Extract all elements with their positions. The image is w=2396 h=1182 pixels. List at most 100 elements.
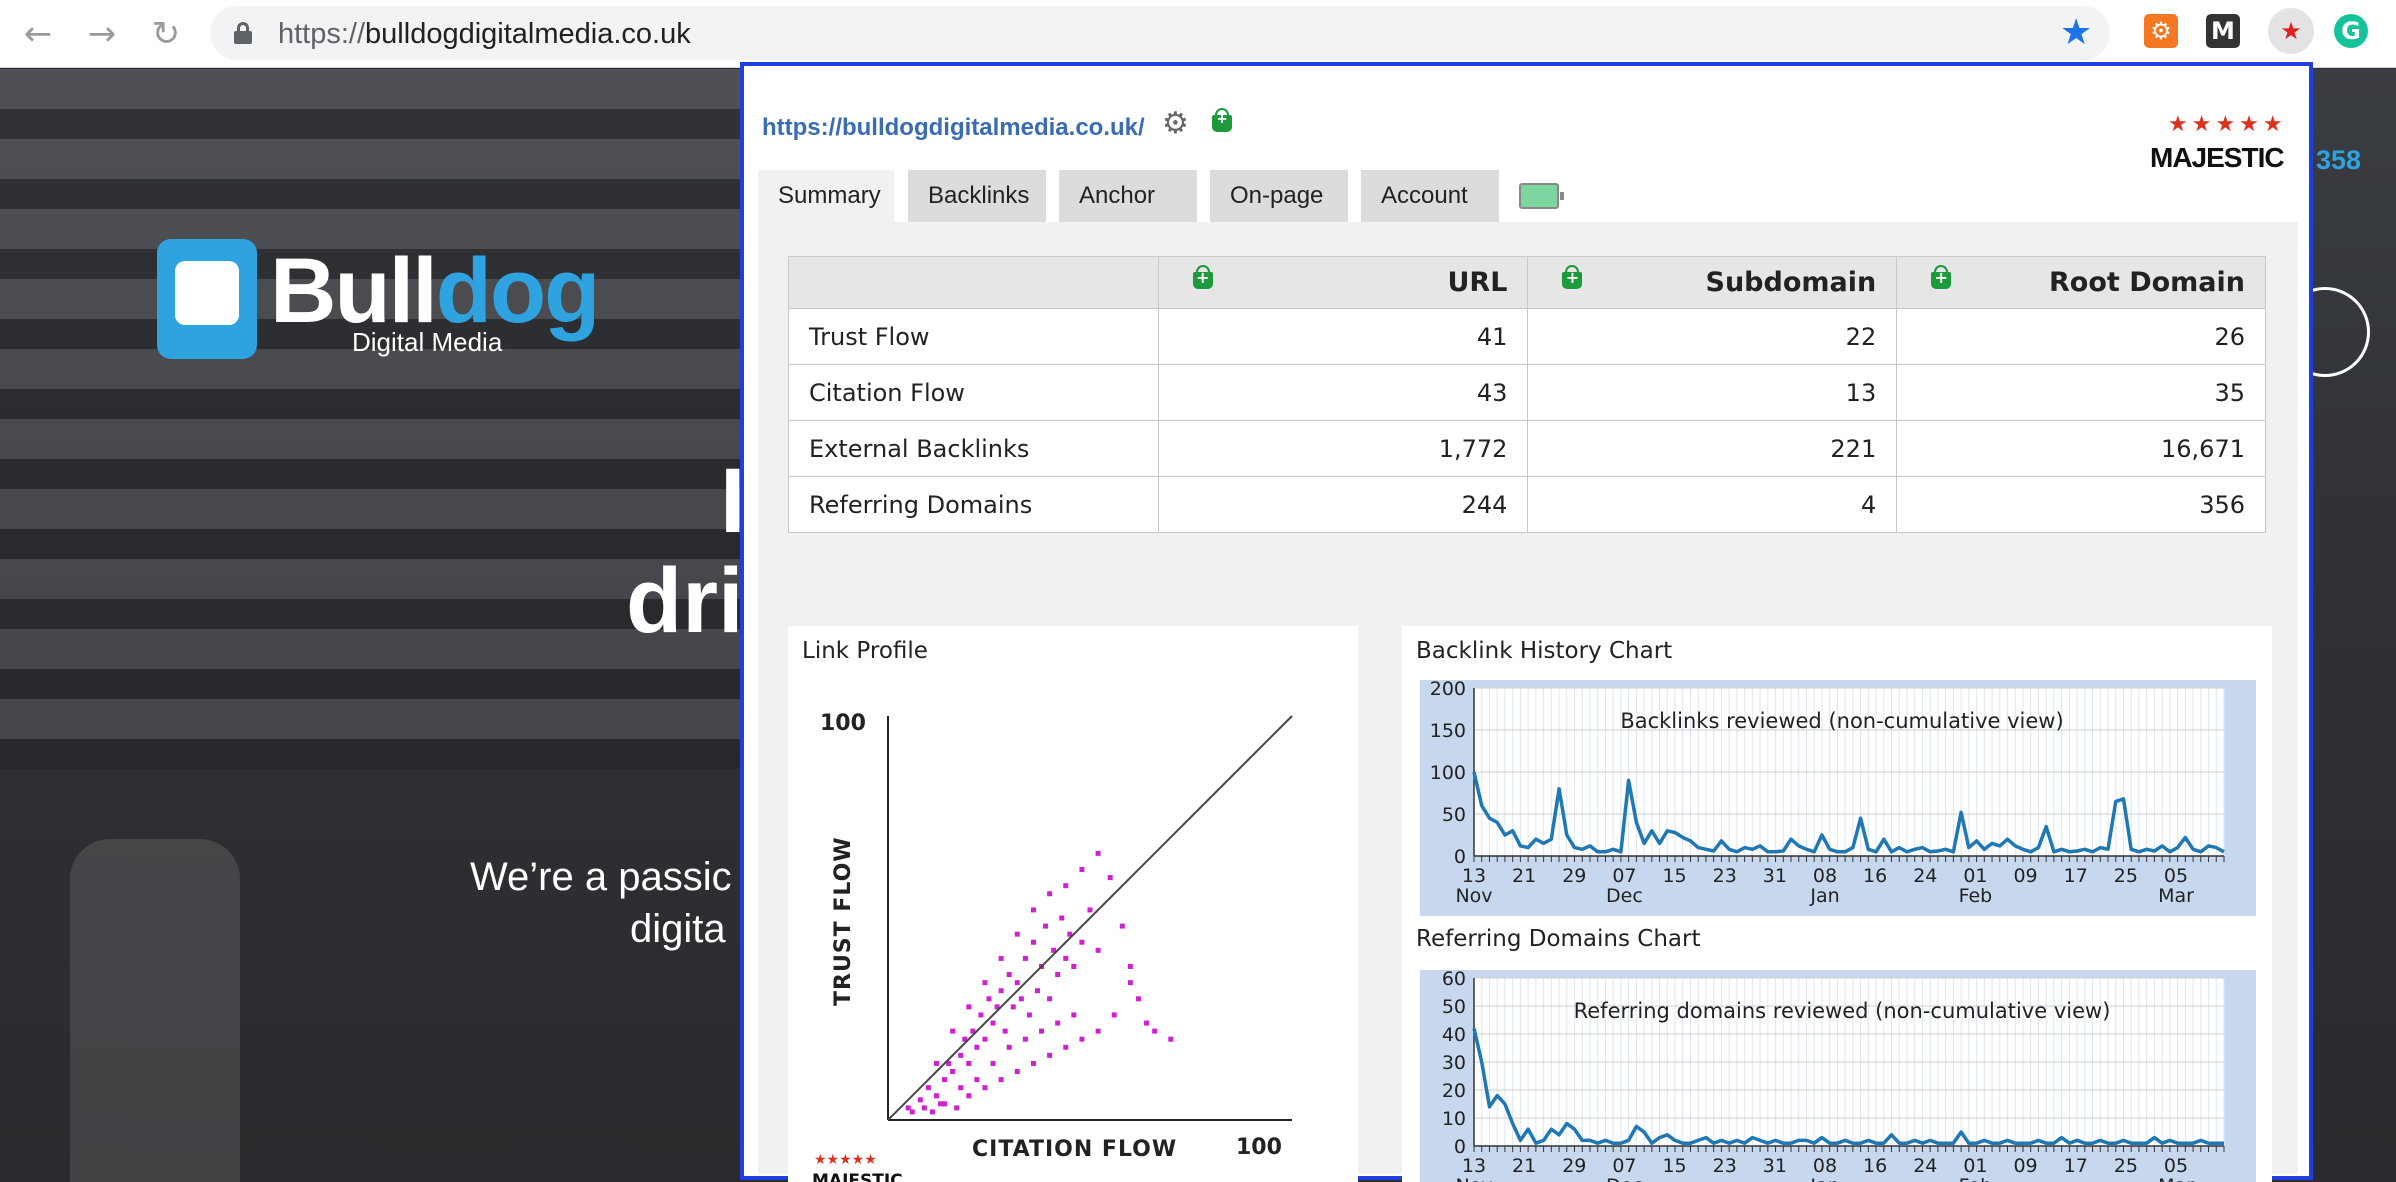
x-tick-label: 25 [2114, 865, 2138, 887]
scatter-point [1063, 1044, 1069, 1050]
chart-subtitle: Referring domains reviewed (non-cumulati… [1574, 999, 2111, 1023]
browser-toolbar: ← → ↻ https://bulldogdigitalmedia.co.uk … [0, 0, 2396, 68]
scatter-point [1152, 1028, 1158, 1034]
x-month-label: Nov [1455, 1175, 1492, 1182]
tab-account[interactable]: Account [1361, 170, 1564, 222]
table-cell: 41 [1157, 308, 1529, 365]
scatter-point [1079, 939, 1085, 945]
scatter-point [1055, 972, 1061, 978]
x-tick-label: 08 [1813, 1155, 1837, 1177]
lock-icon [234, 22, 252, 44]
scatter-point [1002, 1028, 1008, 1034]
grammarly-extension-icon[interactable]: G [2334, 14, 2368, 48]
url-bucket-icon[interactable] [1192, 265, 1213, 289]
x-tick-label: 05 [2164, 1155, 2188, 1177]
y-tick-label: 40 [1442, 1024, 1466, 1046]
x-month-label: Jan [1809, 885, 1839, 907]
scatter-point [938, 1101, 944, 1107]
tab-summary[interactable]: Summary [758, 170, 894, 222]
scatter-point [958, 1052, 964, 1058]
hubspot-extension-icon[interactable]: ⚙ [2144, 14, 2178, 48]
scatter-point [933, 1060, 939, 1066]
table-cell: 22 [1527, 308, 1898, 365]
y-tick-label: 30 [1442, 1052, 1466, 1074]
scatter-point [1119, 923, 1125, 929]
settings-gear-icon[interactable]: ⚙ [1162, 106, 1189, 141]
x-tick-label: 13 [1462, 1155, 1486, 1177]
majestic-popup: https://bulldogdigitalmedia.co.uk/ ⚙ ★★★… [740, 62, 2313, 1182]
x-tick-label: 24 [1913, 1155, 1937, 1177]
medium-extension-icon[interactable]: M [2206, 14, 2240, 48]
table-cell: 1,772 [1157, 420, 1529, 477]
address-bar-url[interactable]: https://bulldogdigitalmedia.co.uk [278, 18, 691, 51]
backlink-history-chart: 050100150200Backlinks reviewed (non-cumu… [1420, 678, 2256, 916]
scatter-point [925, 1085, 931, 1091]
y-tick-label: 50 [1442, 996, 1466, 1018]
x-tick-label: 09 [2013, 1155, 2037, 1177]
scatter-point [1030, 939, 1036, 945]
table-cell: 13 [1527, 364, 1898, 421]
x-tick-label: 16 [1863, 1155, 1887, 1177]
bulldog-logo-icon[interactable] [157, 239, 257, 359]
scatter-point [978, 1012, 984, 1018]
y-tick-label: 200 [1430, 678, 1466, 700]
scatter-point [909, 1109, 915, 1115]
majestic-extension-icon[interactable]: ★ [2268, 8, 2314, 54]
scatter-point [933, 1093, 939, 1099]
table-header-root-domain: Root Domain [1896, 256, 2266, 309]
scatter-point [1059, 915, 1065, 921]
root-domain-bucket-icon[interactable] [1931, 265, 1952, 289]
reload-icon[interactable]: ↻ [146, 14, 186, 54]
scatter-point [1018, 996, 1024, 1002]
tab-backlinks[interactable]: Backlinks [908, 170, 1046, 222]
x-tick-label: 17 [2064, 865, 2088, 887]
scatter-point [1047, 891, 1053, 897]
x-tick-label: 08 [1813, 865, 1837, 887]
chart-subtitle: Backlinks reviewed (non-cumulative view) [1620, 709, 2063, 733]
y-tick-label: 50 [1442, 804, 1466, 826]
table-cell: 356 [1896, 476, 2266, 533]
table-row: Referring Domains 244 4 356 [788, 476, 2266, 533]
scatter-point [1026, 1012, 1032, 1018]
x-tick-label: 05 [2164, 865, 2188, 887]
y-tick-label: 20 [1442, 1080, 1466, 1102]
subdomain-bucket-icon[interactable] [1562, 265, 1583, 289]
scatter-point [1030, 1060, 1036, 1066]
row-label: Citation Flow [788, 364, 1159, 421]
scatter-point [982, 980, 988, 986]
add-to-bucket-icon[interactable] [1212, 108, 1232, 137]
scatter-point [1063, 955, 1069, 961]
referring-domains-title: Referring Domains Chart [1416, 926, 1701, 952]
x-tick-label: 09 [2013, 865, 2037, 887]
y-tick-label: 60 [1442, 968, 1466, 990]
x-tick-label: 01 [1963, 865, 1987, 887]
summary-panel: URL Subdomain Root Domain Trust Flow 41 … [758, 222, 2298, 1182]
scatter-point [982, 1036, 988, 1042]
table-cell: 4 [1527, 476, 1898, 533]
forward-arrow-icon[interactable]: → [82, 14, 122, 54]
scatter-point [1079, 867, 1085, 873]
account-battery-icon [1519, 183, 1564, 209]
x-tick-label: 31 [1763, 865, 1787, 887]
scatter-point [1047, 996, 1053, 1002]
metrics-table: URL Subdomain Root Domain Trust Flow 41 … [788, 256, 2266, 533]
phone-number[interactable]: 358 [2316, 145, 2361, 176]
hero-subtitle-line2: digita [630, 907, 726, 951]
popup-url-link[interactable]: https://bulldogdigitalmedia.co.uk/ [762, 114, 1145, 142]
bookmark-star-icon[interactable]: ★ [2060, 14, 2092, 52]
x-month-label: Nov [1455, 885, 1492, 907]
x-month-label: Dec [1606, 1175, 1643, 1182]
tab-anchor-text[interactable]: Anchor Text [1059, 170, 1197, 261]
link-profile-footer-stars: ★★★★★ [814, 1152, 877, 1168]
scatter-point [974, 1077, 980, 1083]
tab-on-page-links[interactable]: On-page Links [1210, 170, 1348, 261]
address-bar[interactable]: https://bulldogdigitalmedia.co.uk ★ [210, 6, 2110, 60]
scatter-point [1087, 907, 1093, 913]
back-arrow-icon[interactable]: ← [18, 14, 58, 54]
hero-background-image [0, 69, 760, 769]
table-header-url: URL [1157, 256, 1529, 309]
table-header-subdomain: Subdomain [1527, 256, 1898, 309]
majestic-stars-icon: ★★★★★ [2168, 112, 2287, 137]
bottle-image [70, 839, 240, 1182]
table-row: External Backlinks 1,772 221 16,671 [788, 420, 2266, 477]
